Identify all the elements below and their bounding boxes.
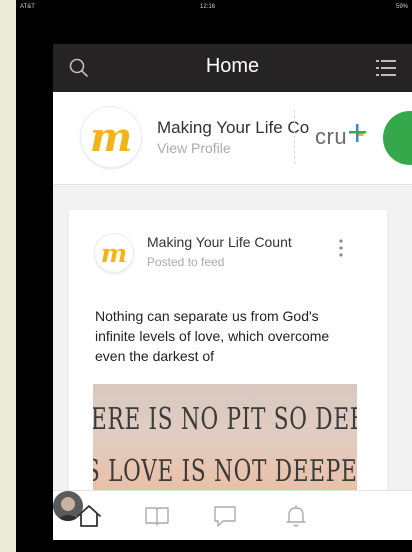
svg-text:m: m	[101, 239, 127, 268]
view-profile-link[interactable]: View Profile	[157, 140, 231, 156]
page-title: Home	[205, 55, 260, 77]
cru-logo[interactable]: cru	[315, 122, 375, 156]
cru-cross-icon	[349, 124, 366, 142]
post-meta: Posted to feed	[147, 255, 225, 269]
divider	[294, 110, 295, 164]
profile-name[interactable]: Making Your Life Co	[157, 118, 309, 138]
status-carrier: AT&T	[20, 4, 35, 10]
post-author[interactable]: Making Your Life Count	[147, 234, 292, 250]
green-action-circle[interactable]	[383, 111, 412, 165]
profile-strip[interactable]: m Making Your Life Co View Profile cru	[53, 92, 412, 185]
post-image-text-line: S LOVE IS NOT DEEPER STIL	[93, 454, 357, 489]
device-frame: AT&T 12:16 59% Home m Making Your Life C…	[16, 0, 412, 552]
status-time: 12:16	[200, 4, 216, 10]
book-icon[interactable]	[143, 502, 171, 530]
top-nav-bar: Home	[53, 44, 412, 92]
post-body-text: Nothing can separate us from God's infin…	[95, 308, 330, 364]
chat-icon[interactable]	[211, 502, 239, 530]
post-image-text-line: ERE IS NO PIT SO DEEP, THA	[93, 402, 357, 437]
m-logo-icon: m	[101, 239, 127, 268]
bell-icon[interactable]	[282, 502, 310, 530]
bottom-tab-bar	[53, 490, 412, 540]
app-screen: Home m Making Your Life Co View Profile …	[53, 44, 412, 540]
list-menu-icon[interactable]	[374, 56, 398, 80]
profile-logo[interactable]: m	[81, 107, 141, 167]
svg-text:m: m	[90, 114, 132, 161]
home-icon[interactable]	[75, 502, 103, 530]
m-logo-icon: m	[90, 114, 132, 161]
status-bar: AT&T 12:16 59%	[16, 0, 412, 16]
status-battery: 59%	[395, 4, 408, 10]
post-author-logo[interactable]: m	[95, 234, 133, 272]
more-options-icon[interactable]	[337, 238, 345, 258]
